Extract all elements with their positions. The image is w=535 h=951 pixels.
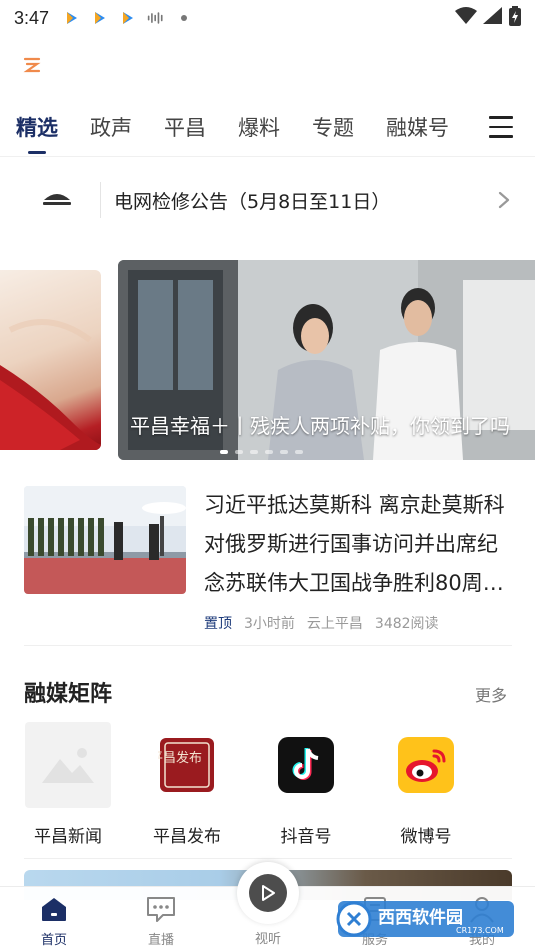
notice-bar[interactable]: 电网检修公告（5月8日至11日） [0,178,535,224]
site-watermark-logo: 西西软件园 CR173.COM [336,901,514,937]
tab-zhuanti[interactable]: 专题 [312,108,354,148]
nav-home[interactable]: 首页 [14,895,94,948]
app-notification-icon [119,9,137,27]
wifi-icon [455,7,477,29]
channel-tabs: 精选 政声 平昌 爆料 专题 融媒号 [0,108,535,156]
news-thumbnail[interactable] [24,486,186,594]
signal-icon [483,7,503,29]
news-time: 3小时前 [244,616,295,632]
status-right-icons [455,6,521,30]
nav-play-label: 视听 [254,932,281,947]
matrix-item-label: 抖音号 [280,827,332,847]
matrix-item-pingchang-release[interactable]: 平昌发布 平昌发布 [137,722,237,847]
seal-logo-icon: 平昌发布 [144,722,230,808]
nav-live-label: 直播 [147,933,174,948]
matrix-item-weibo[interactable]: 微博号 [376,722,476,847]
nav-play-button[interactable] [237,862,299,924]
carousel-slide[interactable]: 平昌幸福＋丨残疾人两项补贴，你领到了吗 [118,260,535,460]
carousel-indicator [220,450,303,454]
news-divider [24,645,512,646]
seal-char: 平昌发布 [158,750,202,766]
tab-jingxuan[interactable]: 精选 [16,108,58,154]
media-matrix-title: 融媒矩阵 [24,682,113,707]
status-bar: 3:47 [0,0,535,36]
carousel-dot [295,450,303,454]
news-photo [24,486,186,594]
battery-icon [509,6,521,30]
matrix-item-douyin[interactable]: 抖音号 [256,722,356,847]
nav-live[interactable]: 直播 [121,895,201,948]
chevron-right-icon[interactable] [497,190,511,210]
tab-pingchang[interactable]: 平昌 [164,108,206,148]
matrix-item-pingchang-news[interactable]: 平昌新闻 [18,722,118,847]
app-logo-icon [23,57,41,73]
carousel-dot [220,450,228,454]
matrix-item-label: 微博号 [400,827,452,847]
watermark-subtext: CR173.COM [456,926,504,935]
nav-home-label: 首页 [40,933,67,948]
app-logo [22,54,42,80]
news-title[interactable]: 习近平抵达莫斯科 离京赴莫斯科对俄罗斯进行国事访问并出席纪念苏联伟大卫国战争胜利… [204,486,510,603]
news-read-count: 3482阅读 [374,616,439,632]
watermark-text: 西西软件园 [378,907,463,928]
app-notification-icon [63,9,81,27]
news-meta: 置顶 3小时前 云上平昌 3482阅读 [204,613,439,633]
tab-baoliao[interactable]: 爆料 [238,108,280,148]
weibo-icon [383,722,469,808]
tiktok-icon [263,722,349,808]
play-icon [249,874,287,912]
notice-text[interactable]: 电网检修公告（5月8日至11日） [114,187,390,214]
waveform-icon [147,9,165,27]
status-time: 3:47 [14,7,50,28]
notice-separator [100,182,101,218]
image-placeholder-icon [25,722,111,808]
media-matrix-more-link[interactable]: 更多 [475,682,507,706]
menu-icon[interactable] [489,116,513,138]
carousel-dot [265,450,273,454]
status-app-icons [63,9,193,27]
news-source: 云上平昌 [306,616,363,632]
tab-zhengsheng[interactable]: 政声 [90,108,132,148]
matrix-item-label: 平昌发布 [153,827,221,847]
announcement-icon [42,188,72,208]
carousel-dot [280,450,288,454]
flag-image [0,319,101,450]
app-notification-icon [91,9,109,27]
tabs-divider [0,156,535,157]
matrix-divider [24,858,512,859]
home-icon [14,895,94,923]
tab-rongmeihao[interactable]: 融媒号 [386,108,449,148]
carousel-dot [235,450,243,454]
live-chat-icon [121,895,201,923]
status-dot-icon [175,9,193,27]
pinned-badge: 置顶 [204,616,232,632]
carousel-dot [250,450,258,454]
carousel-previous-slide[interactable] [0,270,101,450]
carousel-caption: 平昌幸福＋丨残疾人两项补贴，你领到了吗 [130,414,510,438]
matrix-item-label: 平昌新闻 [34,827,102,847]
